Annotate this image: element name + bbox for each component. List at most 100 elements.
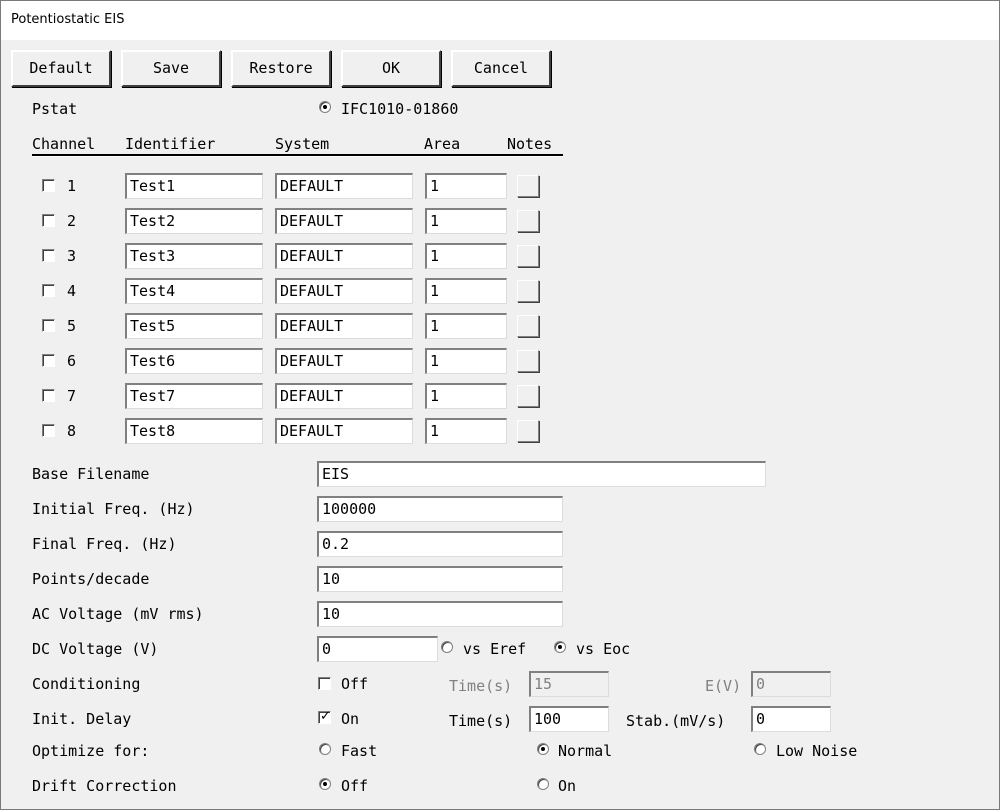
optimize-fast-label: Fast [341,742,378,760]
system-input[interactable]: DEFAULT [275,208,413,234]
vs-eoc-label: vs Eoc [576,640,631,658]
channel-number: 3 [67,247,77,265]
identifier-input[interactable]: Test3 [125,243,263,269]
optimize-low-noise-label: Low Noise [776,742,858,760]
identifier-input[interactable]: Test5 [125,313,263,339]
conditioning-label: Conditioning [32,675,141,693]
notes-button[interactable] [517,245,539,267]
area-input[interactable]: 1 [425,208,507,234]
channel-checkbox[interactable] [42,354,55,367]
notes-button[interactable] [517,175,539,197]
notes-button[interactable] [517,280,539,302]
dc-voltage-label: DC Voltage (V) [32,640,159,658]
notes-button[interactable] [517,315,539,337]
area-input[interactable]: 1 [425,243,507,269]
conditioning-time-input[interactable]: 15 [529,671,609,697]
area-input[interactable]: 1 [425,278,507,304]
drift-off-radio[interactable] [319,778,331,790]
channel-number: 1 [67,177,77,195]
optimize-normal-label: Normal [558,742,613,760]
pstat-radio[interactable] [319,101,331,113]
conditioning-checkbox[interactable] [318,677,331,690]
system-input[interactable]: DEFAULT [275,173,413,199]
conditioning-e-input[interactable]: 0 [751,671,831,697]
vs-eoc-radio[interactable] [554,641,566,653]
vs-eref-radio[interactable] [441,641,453,653]
notes-button[interactable] [517,385,539,407]
radio-selected-dot [323,105,327,109]
dc-voltage-input[interactable]: 0 [317,636,438,662]
header-identifier: Identifier [125,135,216,153]
init-delay-label: Init. Delay [32,710,132,728]
init-delay-stab-label: Stab.(mV/s) [626,712,726,730]
notes-button[interactable] [517,350,539,372]
channel-checkbox[interactable] [42,249,55,262]
initial-freq-input[interactable]: 100000 [317,496,563,522]
area-input[interactable]: 1 [425,383,507,409]
system-input[interactable]: DEFAULT [275,383,413,409]
area-input[interactable]: 1 [425,348,507,374]
restore-button[interactable]: Restore [231,50,331,87]
system-input[interactable]: DEFAULT [275,418,413,444]
pstat-label: Pstat [32,100,78,118]
area-input[interactable]: 1 [425,418,507,444]
area-input[interactable]: 1 [425,173,507,199]
channel-checkbox[interactable] [42,214,55,227]
header-divider-highlight [32,156,563,157]
init-delay-stab-input[interactable]: 0 [751,706,831,732]
optimize-label: Optimize for: [32,742,150,760]
channel-checkbox[interactable] [42,284,55,297]
notes-button[interactable] [517,210,539,232]
default-button[interactable]: Default [11,50,111,87]
save-button[interactable]: Save [121,50,221,87]
conditioning-e-label: E(V) [705,677,742,695]
points-decade-input[interactable]: 10 [317,566,563,592]
window-title: Potentiostatic EIS [11,12,125,27]
drift-on-radio[interactable] [537,778,549,790]
channel-number: 7 [67,387,77,405]
optimize-normal-radio[interactable] [537,743,549,755]
system-input[interactable]: DEFAULT [275,348,413,374]
channel-checkbox[interactable] [42,179,55,192]
identifier-input[interactable]: Test7 [125,383,263,409]
ac-voltage-label: AC Voltage (mV rms) [32,605,204,623]
vs-eref-label: vs Eref [463,640,527,658]
system-input[interactable]: DEFAULT [275,278,413,304]
base-filename-input[interactable]: EIS [317,461,766,487]
conditioning-checkbox-label: Off [341,675,369,693]
ac-voltage-input[interactable]: 10 [317,601,563,627]
points-decade-label: Points/decade [32,570,150,588]
notes-button[interactable] [517,420,539,442]
identifier-input[interactable]: Test8 [125,418,263,444]
drift-on-label: On [558,777,577,795]
init-delay-time-label: Time(s) [449,712,513,730]
identifier-input[interactable]: Test1 [125,173,263,199]
drift-off-label: Off [341,777,369,795]
channel-number: 8 [67,422,77,440]
init-delay-time-input[interactable]: 100 [529,706,609,732]
eis-dialog-window: Potentiostatic EIS Default Save Restore … [0,0,1000,810]
channel-checkbox[interactable] [42,389,55,402]
ok-button[interactable]: OK [341,50,441,87]
checkmark-icon: ✓ [320,709,331,724]
system-input[interactable]: DEFAULT [275,243,413,269]
channel-checkbox[interactable] [42,424,55,437]
identifier-input[interactable]: Test2 [125,208,263,234]
identifier-input[interactable]: Test6 [125,348,263,374]
optimize-low-noise-radio[interactable] [754,743,766,755]
channel-number: 4 [67,282,77,300]
drift-correction-label: Drift Correction [32,777,177,795]
final-freq-input[interactable]: 0.2 [317,531,563,557]
radio-selected-dot [541,747,545,751]
final-freq-label: Final Freq. (Hz) [32,535,177,553]
pstat-option-label: IFC1010-01860 [341,100,459,118]
identifier-input[interactable]: Test4 [125,278,263,304]
system-input[interactable]: DEFAULT [275,313,413,339]
area-input[interactable]: 1 [425,313,507,339]
cancel-button[interactable]: Cancel [451,50,551,87]
radio-selected-dot [323,782,327,786]
optimize-fast-radio[interactable] [319,743,331,755]
init-delay-checkbox[interactable]: ✓ [318,709,331,724]
channel-checkbox[interactable] [42,319,55,332]
header-system: System [275,135,330,153]
